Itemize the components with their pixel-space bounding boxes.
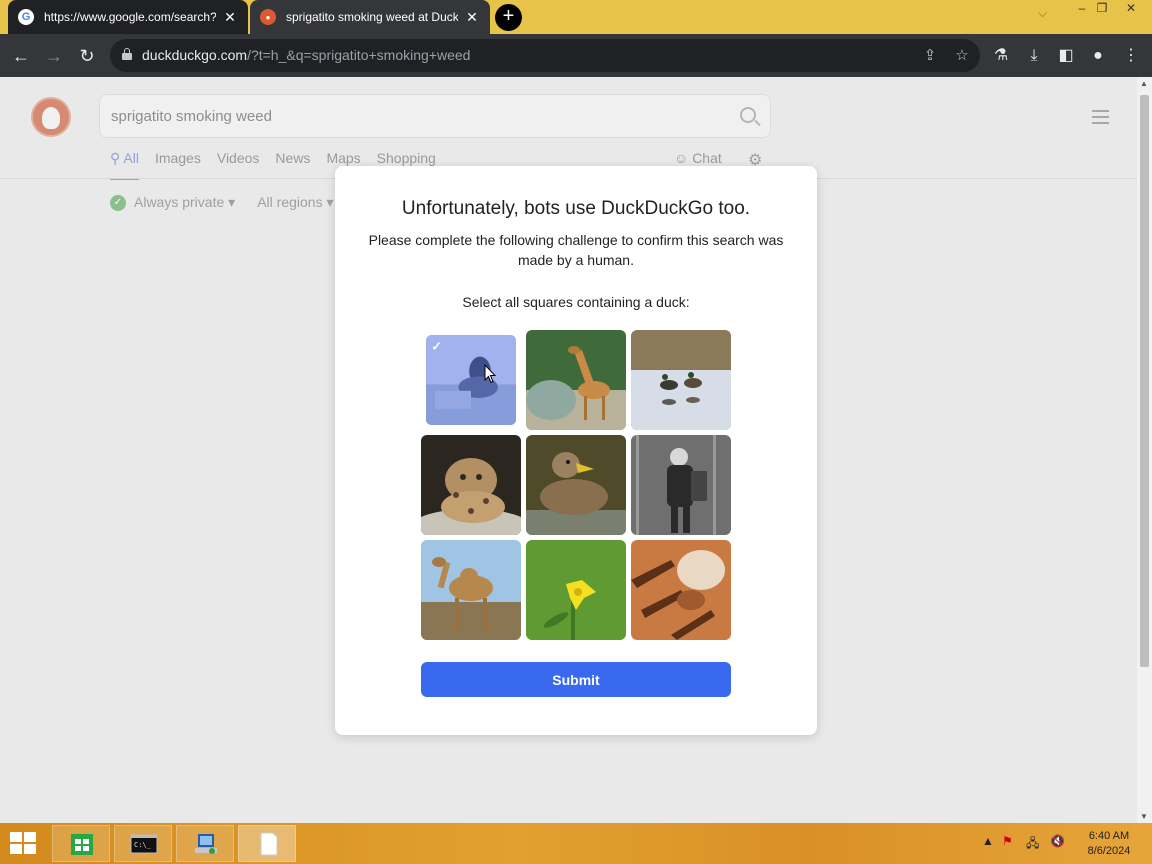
duckduckgo-logo[interactable]	[31, 97, 71, 137]
region-dropdown[interactable]: All regions ▾	[257, 194, 333, 211]
forward-button[interactable]: →	[41, 43, 67, 69]
minimize-button[interactable]: –	[1072, 0, 1092, 20]
close-tab-icon[interactable]: ✕	[464, 9, 480, 26]
tab-title: https://www.google.com/search?q=	[44, 10, 216, 24]
clock-time: 6:40 AM	[1088, 830, 1130, 842]
mouse-cursor-icon	[484, 364, 496, 384]
tab-search-chevron-icon[interactable]: ⌵	[1038, 6, 1047, 21]
tile-duck[interactable]	[526, 435, 626, 535]
system-clock[interactable]: 6:40 AM 8/6/2024	[1078, 829, 1140, 859]
modal-title: Unfortunately, bots use DuckDuckGo too.	[401, 198, 751, 219]
close-tab-icon[interactable]: ✕	[222, 9, 238, 26]
close-window-button[interactable]: ✕	[1118, 0, 1144, 20]
show-hidden-icons-icon[interactable]: ▲	[982, 834, 994, 848]
google-favicon-icon: G	[18, 9, 34, 25]
labs-flask-icon[interactable]: ⚗	[990, 45, 1012, 67]
new-tab-button[interactable]: +	[495, 4, 522, 31]
captcha-modal: Unfortunately, bots use DuckDuckGo too. …	[335, 166, 817, 735]
windows-taskbar: C:\_ ▲ ⚑ 🖧 🔇 6:40 AM 8/6/2024	[0, 823, 1152, 864]
modal-subtitle: Please complete the following challenge …	[368, 232, 784, 268]
chat-icon: ☺	[674, 150, 689, 166]
hamburger-menu-icon[interactable]	[1092, 110, 1109, 128]
chat-button[interactable]: ☺ Chat	[674, 150, 722, 166]
document-icon	[260, 832, 278, 856]
tile-camel[interactable]	[421, 540, 521, 640]
side-panel-icon[interactable]: ◧	[1055, 45, 1077, 67]
download-icon[interactable]: ⤓	[1023, 45, 1045, 67]
page-scrollbar[interactable]: ▲ ▼	[1137, 77, 1152, 823]
tab-google-search[interactable]: G https://www.google.com/search?q= ✕	[8, 0, 248, 34]
tab-all[interactable]: ⚲ All	[110, 150, 139, 180]
tab-title: sprigatito smoking weed at DuckDu	[286, 10, 458, 24]
tile-person[interactable]	[631, 435, 731, 535]
taskbar-notepad[interactable]	[238, 825, 296, 862]
reload-button[interactable]: ↻	[74, 43, 100, 69]
tab-duckduckgo[interactable]: ● sprigatito smoking weed at DuckDu ✕	[250, 0, 490, 34]
checkmark-icon: ✓	[110, 194, 126, 211]
search-icon[interactable]	[740, 107, 756, 123]
scroll-up-arrow-icon[interactable]: ▲	[1140, 79, 1148, 88]
address-bar[interactable]: duckduckgo.com/?t=h_&q=sprigatito+smokin…	[110, 39, 980, 72]
svg-text:C:\_: C:\_	[134, 841, 152, 849]
search-query-text: sprigatito smoking weed	[111, 108, 272, 125]
search-input[interactable]: sprigatito smoking weed	[99, 94, 771, 138]
menu-kebab-icon[interactable]: ⋮	[1120, 45, 1142, 67]
profile-avatar-icon[interactable]: ●	[1087, 45, 1109, 67]
search-filters: ✓ Always private ▾ All regions ▾	[110, 194, 333, 211]
tile-duck-selected[interactable]: ✓	[426, 335, 516, 425]
tile-ducks-on-water[interactable]	[631, 330, 731, 430]
tab-videos[interactable]: Videos	[217, 150, 260, 180]
bookmark-star-icon[interactable]: ☆	[952, 46, 972, 66]
scrollbar-thumb[interactable]	[1140, 95, 1149, 667]
browser-toolbar: ← → ↻ duckduckgo.com/?t=h_&q=sprigatito+…	[0, 34, 1152, 77]
action-center-flag-icon[interactable]: ⚑	[1002, 834, 1013, 848]
lock-icon[interactable]	[122, 48, 132, 60]
taskbar-store[interactable]	[52, 825, 110, 862]
scroll-down-arrow-icon[interactable]: ▼	[1140, 812, 1148, 821]
tile-giraffe[interactable]	[526, 330, 626, 430]
taskbar-network-app[interactable]	[176, 825, 234, 862]
volume-muted-icon[interactable]: 🔇	[1050, 834, 1065, 848]
tile-tiger[interactable]	[631, 540, 731, 640]
url-text[interactable]: duckduckgo.com/?t=h_&q=sprigatito+smokin…	[142, 47, 470, 63]
windows-start-button[interactable]	[10, 832, 38, 856]
image-grid: ✓	[421, 330, 731, 640]
network-computer-icon	[195, 834, 217, 854]
always-private-dropdown[interactable]: Always private ▾	[134, 194, 235, 211]
submit-button[interactable]: Submit	[421, 662, 731, 697]
tab-strip: G https://www.google.com/search?q= ✕ ● s…	[0, 0, 1152, 34]
tile-yellow-flower[interactable]	[526, 540, 626, 640]
terminal-icon: C:\_	[130, 834, 158, 854]
tab-images[interactable]: Images	[155, 150, 201, 180]
back-button[interactable]: ←	[8, 43, 34, 69]
tab-news[interactable]: News	[275, 150, 310, 180]
challenge-prompt: Select all squares containing a duck:	[462, 294, 690, 310]
duckduckgo-favicon-icon: ●	[260, 9, 276, 25]
restore-button[interactable]: ❐	[1092, 0, 1112, 20]
clock-date: 8/6/2024	[1087, 845, 1131, 857]
selected-check-icon: ✓	[431, 338, 442, 353]
network-status-icon[interactable]: 🖧	[1026, 834, 1039, 855]
tile-leopard-cat[interactable]	[421, 435, 521, 535]
share-icon[interactable]: ⇪	[920, 46, 940, 66]
store-icon	[71, 834, 93, 855]
taskbar-command-prompt[interactable]: C:\_	[114, 825, 172, 862]
